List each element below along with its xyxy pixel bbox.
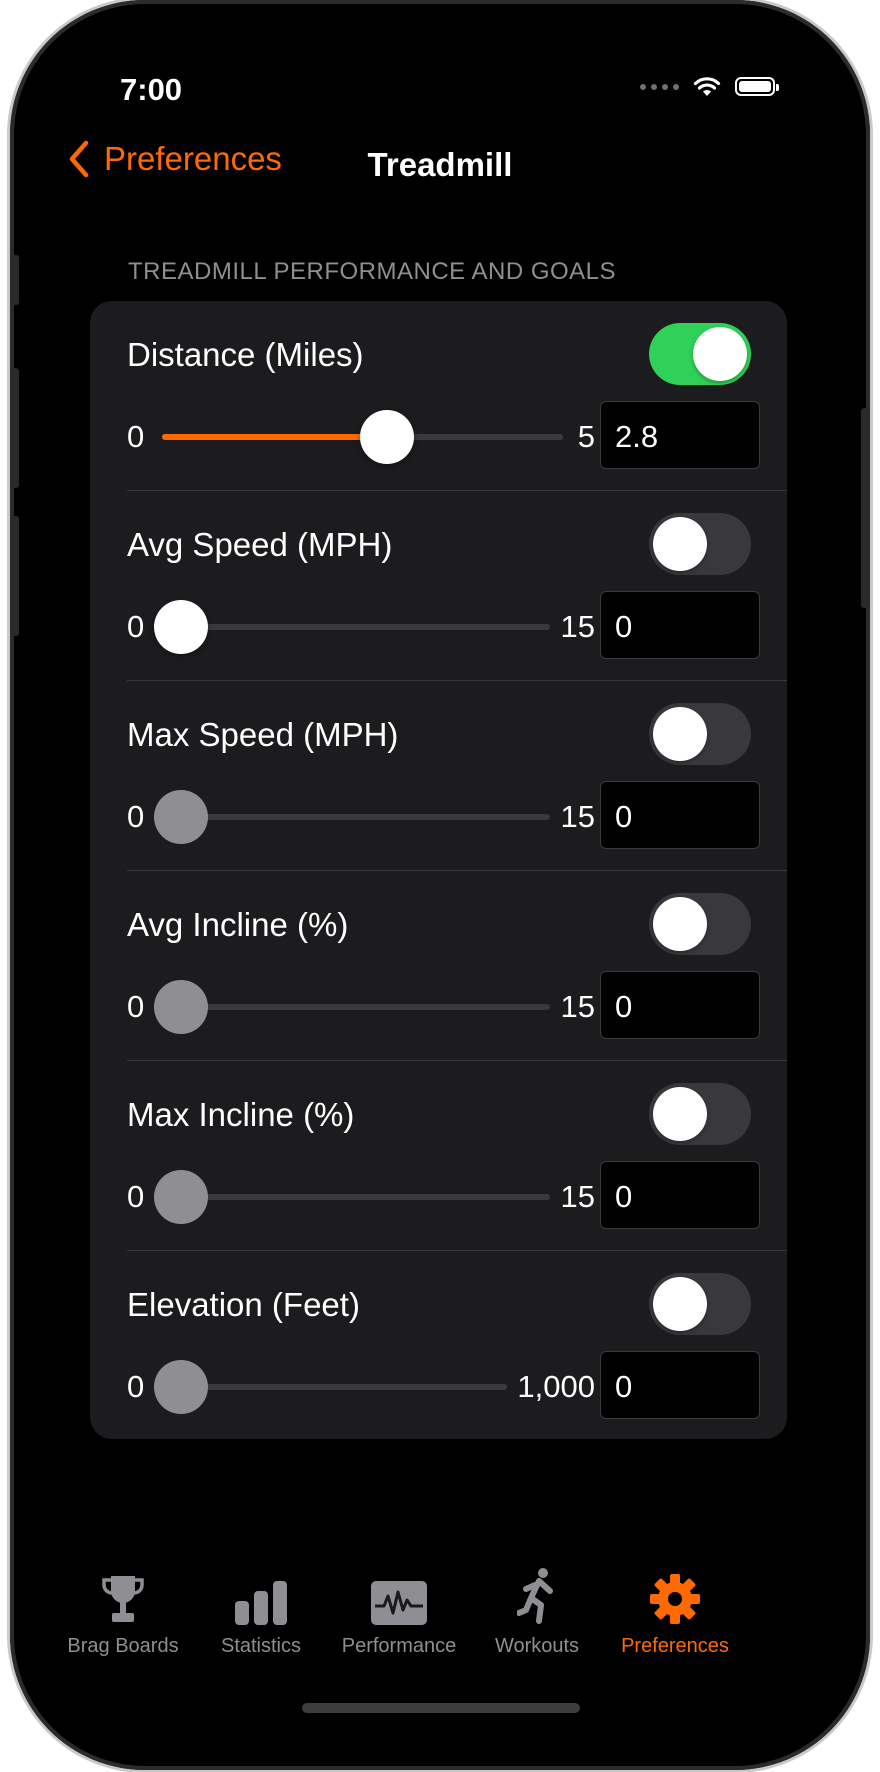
toggle-knob — [653, 1277, 707, 1331]
trophy-icon — [102, 1576, 144, 1622]
slider-min-label: 0 — [127, 1369, 145, 1404]
setting-toggle[interactable] — [649, 1273, 751, 1335]
slider-max-label: 15 — [560, 609, 595, 644]
value-input[interactable]: 0 — [600, 781, 760, 849]
setting-label: Avg Speed (MPH) — [127, 526, 393, 563]
wifi-icon — [693, 77, 721, 96]
running-figure-icon — [517, 1568, 553, 1624]
setting-toggle[interactable] — [649, 703, 751, 765]
tab-label: Performance — [341, 1635, 457, 1657]
cellular-signal-icon — [640, 83, 679, 90]
chevron-left-icon — [69, 140, 89, 178]
tab-bar: Brag Boards Statistics Performance Worko… — [10, 1565, 870, 1675]
slider-row: 0 15 0 — [90, 1161, 787, 1231]
slider-row: 0 15 0 — [90, 971, 787, 1041]
navigation-bar: Treadmill Preferences — [10, 140, 870, 200]
status-time: 7:00 — [120, 72, 183, 107]
toggle-knob — [653, 517, 707, 571]
tab-label: Preferences — [621, 1635, 729, 1657]
slider-min-label: 0 — [127, 989, 145, 1024]
toggle-knob — [653, 1087, 707, 1141]
slider-row: 0 15 0 — [90, 781, 787, 851]
slider-thumb[interactable] — [154, 1170, 208, 1224]
setting-label: Distance (Miles) — [127, 336, 364, 373]
value-input[interactable]: 0 — [600, 1161, 760, 1229]
tab-performance[interactable]: Performance — [319, 1565, 479, 1658]
waveform-icon — [371, 1581, 427, 1625]
setting-label: Elevation (Feet) — [127, 1286, 360, 1323]
settings-card: Distance (Miles) 0 5 2.8 Avg Speed (MPH)… — [90, 301, 787, 1439]
slider-min-label: 0 — [127, 419, 145, 454]
slider-track[interactable] — [162, 1004, 550, 1010]
slider-max-label: 15 — [560, 1179, 595, 1214]
volume-down-button — [10, 516, 19, 636]
slider-max-label: 5 — [577, 419, 595, 454]
setting-row: Max Speed (MPH) 0 15 0 — [90, 681, 787, 871]
home-indicator[interactable] — [302, 1703, 580, 1713]
slider-track[interactable] — [162, 1194, 550, 1200]
toggle-knob — [693, 327, 747, 381]
slider-row: 0 1,000 0 — [90, 1351, 787, 1421]
tab-workouts[interactable]: Workouts — [457, 1565, 617, 1658]
power-button — [861, 408, 870, 608]
slider-max-label: 15 — [560, 799, 595, 834]
value-input[interactable]: 0 — [600, 971, 760, 1039]
slider-min-label: 0 — [127, 1179, 145, 1214]
bar-chart-icon — [235, 1581, 287, 1625]
mute-switch — [10, 255, 19, 305]
battery-icon — [735, 77, 779, 96]
setting-toggle[interactable] — [649, 323, 751, 385]
slider-max-label: 1,000 — [517, 1369, 595, 1404]
slider-thumb[interactable] — [154, 1360, 208, 1414]
tab-label: Brag Boards — [67, 1635, 179, 1657]
slider-thumb[interactable] — [154, 600, 208, 654]
slider-track[interactable] — [162, 624, 550, 630]
slider-min-label: 0 — [127, 799, 145, 834]
setting-row: Elevation (Feet) 0 1,000 0 — [90, 1251, 787, 1441]
volume-up-button — [10, 368, 19, 488]
setting-label: Max Speed (MPH) — [127, 716, 399, 753]
slider-row: 0 15 0 — [90, 591, 787, 661]
tab-statistics[interactable]: Statistics — [181, 1565, 341, 1658]
slider-fill — [162, 434, 387, 440]
tab-label: Workouts — [494, 1635, 580, 1657]
value-input[interactable]: 0 — [600, 591, 760, 659]
setting-row: Avg Speed (MPH) 0 15 0 — [90, 491, 787, 681]
setting-row: Max Incline (%) 0 15 0 — [90, 1061, 787, 1251]
setting-row: Avg Incline (%) 0 15 0 — [90, 871, 787, 1061]
toggle-knob — [653, 897, 707, 951]
toggle-knob — [653, 707, 707, 761]
back-button-label: Preferences — [104, 140, 282, 177]
gear-icon — [650, 1574, 700, 1624]
setting-toggle[interactable] — [649, 893, 751, 955]
slider-track[interactable] — [162, 814, 550, 820]
back-button[interactable]: Preferences — [68, 140, 282, 178]
tab-label: Statistics — [220, 1635, 302, 1657]
slider-thumb[interactable] — [154, 790, 208, 844]
slider-thumb[interactable] — [154, 980, 208, 1034]
setting-label: Avg Incline (%) — [127, 906, 349, 943]
value-input[interactable]: 0 — [600, 1351, 760, 1419]
setting-toggle[interactable] — [649, 513, 751, 575]
setting-row: Distance (Miles) 0 5 2.8 — [90, 301, 787, 491]
tab-brag-boards[interactable]: Brag Boards — [43, 1565, 203, 1658]
section-header: TREADMILL PERFORMANCE AND GOALS — [128, 258, 617, 285]
slider-thumb[interactable] — [359, 410, 414, 464]
setting-label: Max Incline (%) — [127, 1096, 355, 1133]
slider-min-label: 0 — [127, 609, 145, 644]
status-indicators — [640, 76, 779, 97]
setting-toggle[interactable] — [649, 1083, 751, 1145]
slider-track[interactable] — [162, 1384, 507, 1390]
tab-preferences[interactable]: Preferences — [595, 1565, 755, 1658]
slider-max-label: 15 — [560, 989, 595, 1024]
phone-frame: 7:00 Treadmill Preferences TREADMILL PER… — [10, 0, 870, 1770]
value-input[interactable]: 2.8 — [600, 401, 760, 469]
slider-row: 0 5 2.8 — [90, 401, 787, 471]
